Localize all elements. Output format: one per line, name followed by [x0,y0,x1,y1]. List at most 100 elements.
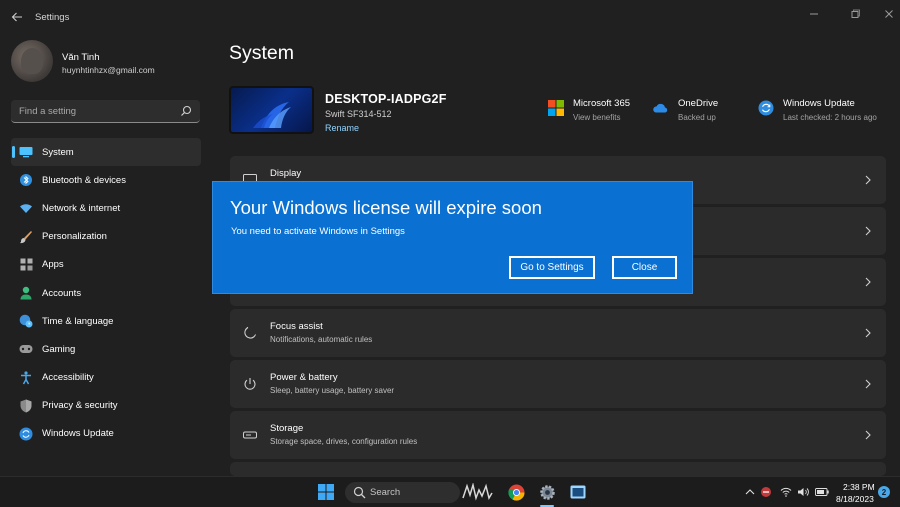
chevron-up-icon[interactable] [744,486,756,498]
sidebar-item-label: Time & language [42,315,114,327]
quick-link-title: OneDrive [678,98,719,109]
quick-link-windows-update[interactable]: Windows Update Last checked: 2 hours ago [758,96,888,130]
globe-clock-icon [19,314,33,328]
bluetooth-icon [19,173,33,187]
accessibility-icon [19,370,33,385]
quick-link-subtitle: Last checked: 2 hours ago [783,113,877,122]
user-profile[interactable]: Văn Tinh huynhtinhzx@gmail.com [11,40,211,84]
sidebar-item-label: Bluetooth & devices [42,174,126,186]
sidebar-item-label: System [42,146,74,158]
battery-icon[interactable] [815,486,829,498]
wifi-icon [19,201,33,215]
card-subtitle: Notifications, automatic rules [270,335,373,344]
quick-link-title: Windows Update [783,98,855,109]
brush-icon [19,230,33,244]
settings-card-focus-assist[interactable]: Focus assist Notifications, automatic ru… [230,309,886,357]
quick-link-title: Microsoft 365 [573,98,631,109]
sidebar-nav: System Bluetooth & devices Network & int… [11,138,201,448]
sidebar-item-accounts[interactable]: Accounts [11,279,201,307]
sidebar-item-windows-update[interactable]: Windows Update [11,420,201,448]
person-icon [19,286,33,300]
sidebar-item-personalization[interactable]: Personalization [11,223,201,251]
window-app-icon[interactable] [569,483,587,501]
chevron-right-icon [862,274,874,290]
sidebar-item-time-language[interactable]: Time & language [11,307,201,335]
shield-icon [19,399,33,413]
card-subtitle: Storage space, drives, configuration rul… [270,437,418,446]
clock-time[interactable]: 2:38 PM [843,482,875,492]
dialog-title: Your Windows license will expire soon [230,197,542,218]
sidebar-item-label: Apps [42,259,64,271]
pinned-app-icon[interactable] [461,483,495,501]
device-name: DESKTOP-IADPG2F [325,92,447,106]
onedrive-icon [653,100,669,116]
windows-start-icon[interactable] [317,483,335,501]
sidebar-item-network[interactable]: Network & internet [11,194,201,222]
taskbar-search-placeholder: Search [370,487,401,498]
window-title: Settings [35,12,70,23]
search-placeholder: Find a setting [19,106,77,117]
microsoft-365-icon [548,100,564,116]
profile-email: huynhtinhzx@gmail.com [62,65,155,75]
sidebar-item-bluetooth[interactable]: Bluetooth & devices [11,166,201,194]
card-subtitle: Sleep, battery usage, battery saver [270,386,395,395]
power-icon [242,376,258,392]
chevron-right-icon [862,172,874,188]
clock-date[interactable]: 8/18/2023 [836,494,874,504]
quick-link-microsoft-365[interactable]: Microsoft 365 View benefits [548,96,648,130]
device-model: Swift SF314-512 [325,109,392,119]
settings-card-power-battery[interactable]: Power & battery Sleep, battery usage, ba… [230,360,886,408]
device-wallpaper-thumbnail [229,86,314,134]
back-arrow-icon[interactable] [8,8,26,26]
sidebar-item-gaming[interactable]: Gaming [11,335,201,363]
sidebar-item-apps[interactable]: Apps [11,251,201,279]
volume-icon[interactable] [797,486,809,498]
settings-gear-icon[interactable] [538,483,556,501]
search-icon [353,486,366,499]
close-button[interactable]: Close [612,256,677,279]
sidebar-item-label: Privacy & security [42,400,118,412]
close-icon[interactable] [878,6,900,22]
chevron-right-icon [862,223,874,239]
card-title: Storage [270,423,304,434]
card-title: Power & battery [270,372,338,383]
red-app-icon[interactable] [760,486,772,498]
profile-name: Văn Tinh [62,52,100,63]
gamepad-icon [19,342,33,356]
sidebar-item-privacy-security[interactable]: Privacy & security [11,392,201,420]
maximize-icon[interactable] [845,6,867,22]
card-title: Display [270,168,302,179]
apps-icon [19,258,33,272]
card-title: Focus assist [270,321,323,332]
search-icon[interactable] [179,104,193,118]
dialog-message: You need to activate Windows in Settings [231,226,405,237]
settings-card[interactable] [230,462,886,476]
quick-link-onedrive[interactable]: OneDrive Backed up [653,96,743,130]
minimize-icon[interactable] [803,6,825,22]
sidebar-item-system[interactable]: System [11,138,201,167]
go-to-settings-button[interactable]: Go to Settings [509,256,595,279]
sidebar-item-accessibility[interactable]: Accessibility [11,364,201,392]
chrome-icon[interactable] [507,483,525,501]
license-expiry-dialog: Your Windows license will expire soon Yo… [212,181,693,294]
taskbar-search[interactable]: Search [345,482,460,503]
rename-link[interactable]: Rename [325,123,359,133]
storage-icon [242,427,258,443]
system-icon [19,145,33,159]
title-bar: Settings [0,0,900,34]
wifi-icon[interactable] [780,486,792,498]
sidebar-item-label: Network & internet [42,202,121,214]
search-input[interactable]: Find a setting [11,100,200,123]
notification-badge[interactable]: 2 [878,486,890,498]
chevron-right-icon [862,427,874,443]
update-icon [19,427,33,441]
avatar [11,40,53,82]
quick-link-subtitle: Backed up [678,113,716,122]
page-title: System [229,42,295,64]
chevron-right-icon [862,376,874,392]
chevron-right-icon [862,325,874,341]
sidebar-item-label: Personalization [42,231,107,243]
sidebar-item-label: Accounts [42,287,82,299]
settings-card-storage[interactable]: Storage Storage space, drives, configura… [230,411,886,459]
taskbar: Search 2:38 PM 8/18/2023 2 [0,476,900,507]
